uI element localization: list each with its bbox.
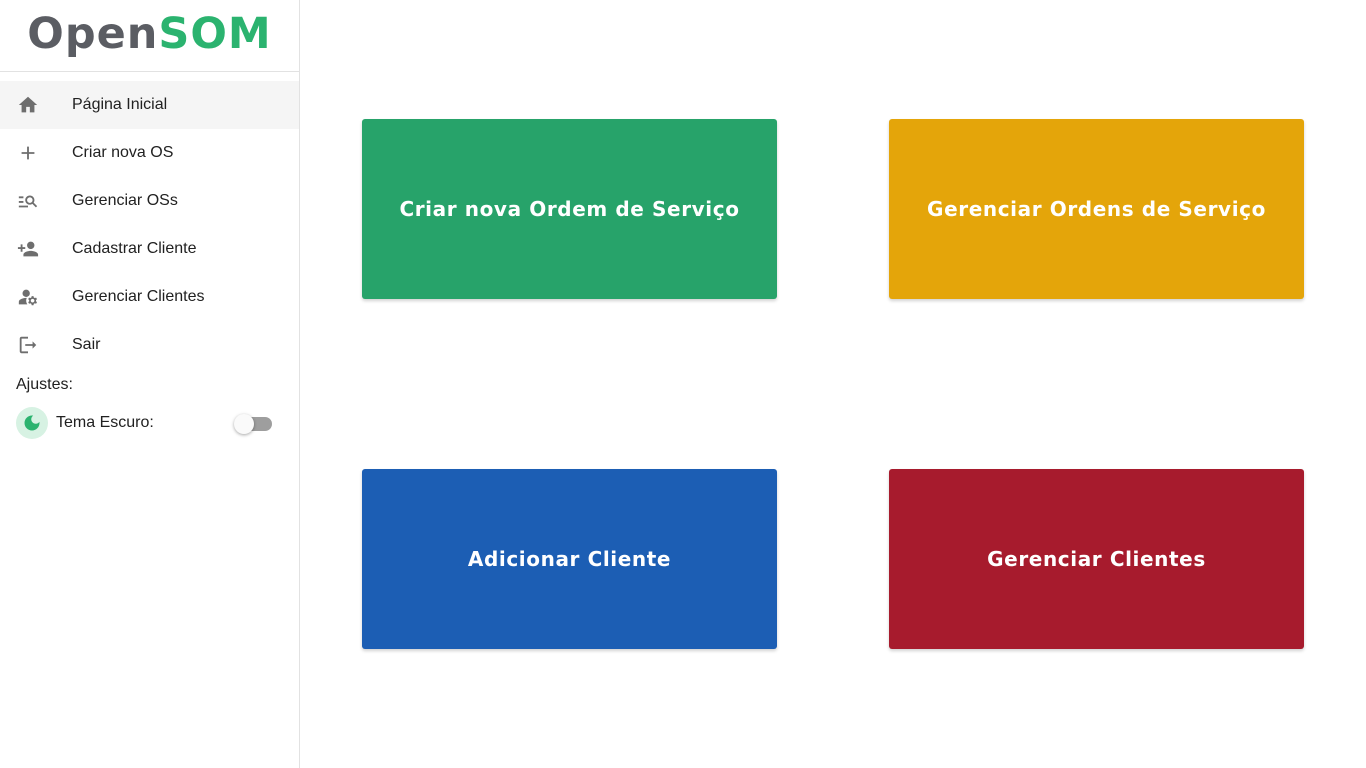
sidebar-item-label: Cadastrar Cliente xyxy=(72,240,197,257)
main-content: Criar nova Ordem de Serviço Gerenciar Or… xyxy=(300,0,1366,768)
app-logo[interactable]: Open SOM xyxy=(0,0,299,72)
sidebar-item-logout[interactable]: Sair xyxy=(0,321,299,369)
plus-icon xyxy=(16,141,40,165)
logo-text-som: SOM xyxy=(158,8,272,59)
dark-theme-toggle[interactable] xyxy=(234,414,272,434)
create-service-order-card[interactable]: Criar nova Ordem de Serviço xyxy=(362,119,777,299)
sidebar-item-label: Sair xyxy=(72,336,101,353)
app-root: Open SOM Página Inicial Criar nova OS Ger… xyxy=(0,0,1366,768)
sidebar-item-home[interactable]: Página Inicial xyxy=(0,81,299,129)
dark-theme-label: Tema Escuro: xyxy=(56,414,154,431)
toggle-thumb xyxy=(234,414,254,434)
manage-clients-card[interactable]: Gerenciar Clientes xyxy=(889,469,1304,649)
sidebar-item-manage-clients[interactable]: Gerenciar Clientes xyxy=(0,273,299,321)
logout-icon xyxy=(16,333,40,357)
logo-text-open: Open xyxy=(27,8,159,59)
manage-search-icon xyxy=(16,189,40,213)
person-add-icon xyxy=(16,237,40,261)
sidebar-item-label: Página Inicial xyxy=(72,96,168,113)
sidebar-nav: Página Inicial Criar nova OS Gerenciar O… xyxy=(0,72,299,369)
home-icon xyxy=(16,93,40,117)
sidebar-item-label: Gerenciar OSs xyxy=(72,192,178,209)
manage-service-orders-card[interactable]: Gerenciar Ordens de Serviço xyxy=(889,119,1304,299)
sidebar-item-manage-os[interactable]: Gerenciar OSs xyxy=(0,177,299,225)
settings-title: Ajustes: xyxy=(16,376,73,393)
sidebar-item-create-os[interactable]: Criar nova OS xyxy=(0,129,299,177)
settings-section: Ajustes: Tema Escuro: xyxy=(0,373,299,441)
manage-accounts-icon xyxy=(16,285,40,309)
dark-theme-row: Tema Escuro: xyxy=(16,405,299,441)
sidebar-item-register-client[interactable]: Cadastrar Cliente xyxy=(0,225,299,273)
sidebar-item-label: Criar nova OS xyxy=(72,144,174,161)
add-client-card[interactable]: Adicionar Cliente xyxy=(362,469,777,649)
sidebar: Open SOM Página Inicial Criar nova OS Ger… xyxy=(0,0,300,768)
sidebar-item-label: Gerenciar Clientes xyxy=(72,288,205,305)
moon-icon xyxy=(16,407,48,439)
